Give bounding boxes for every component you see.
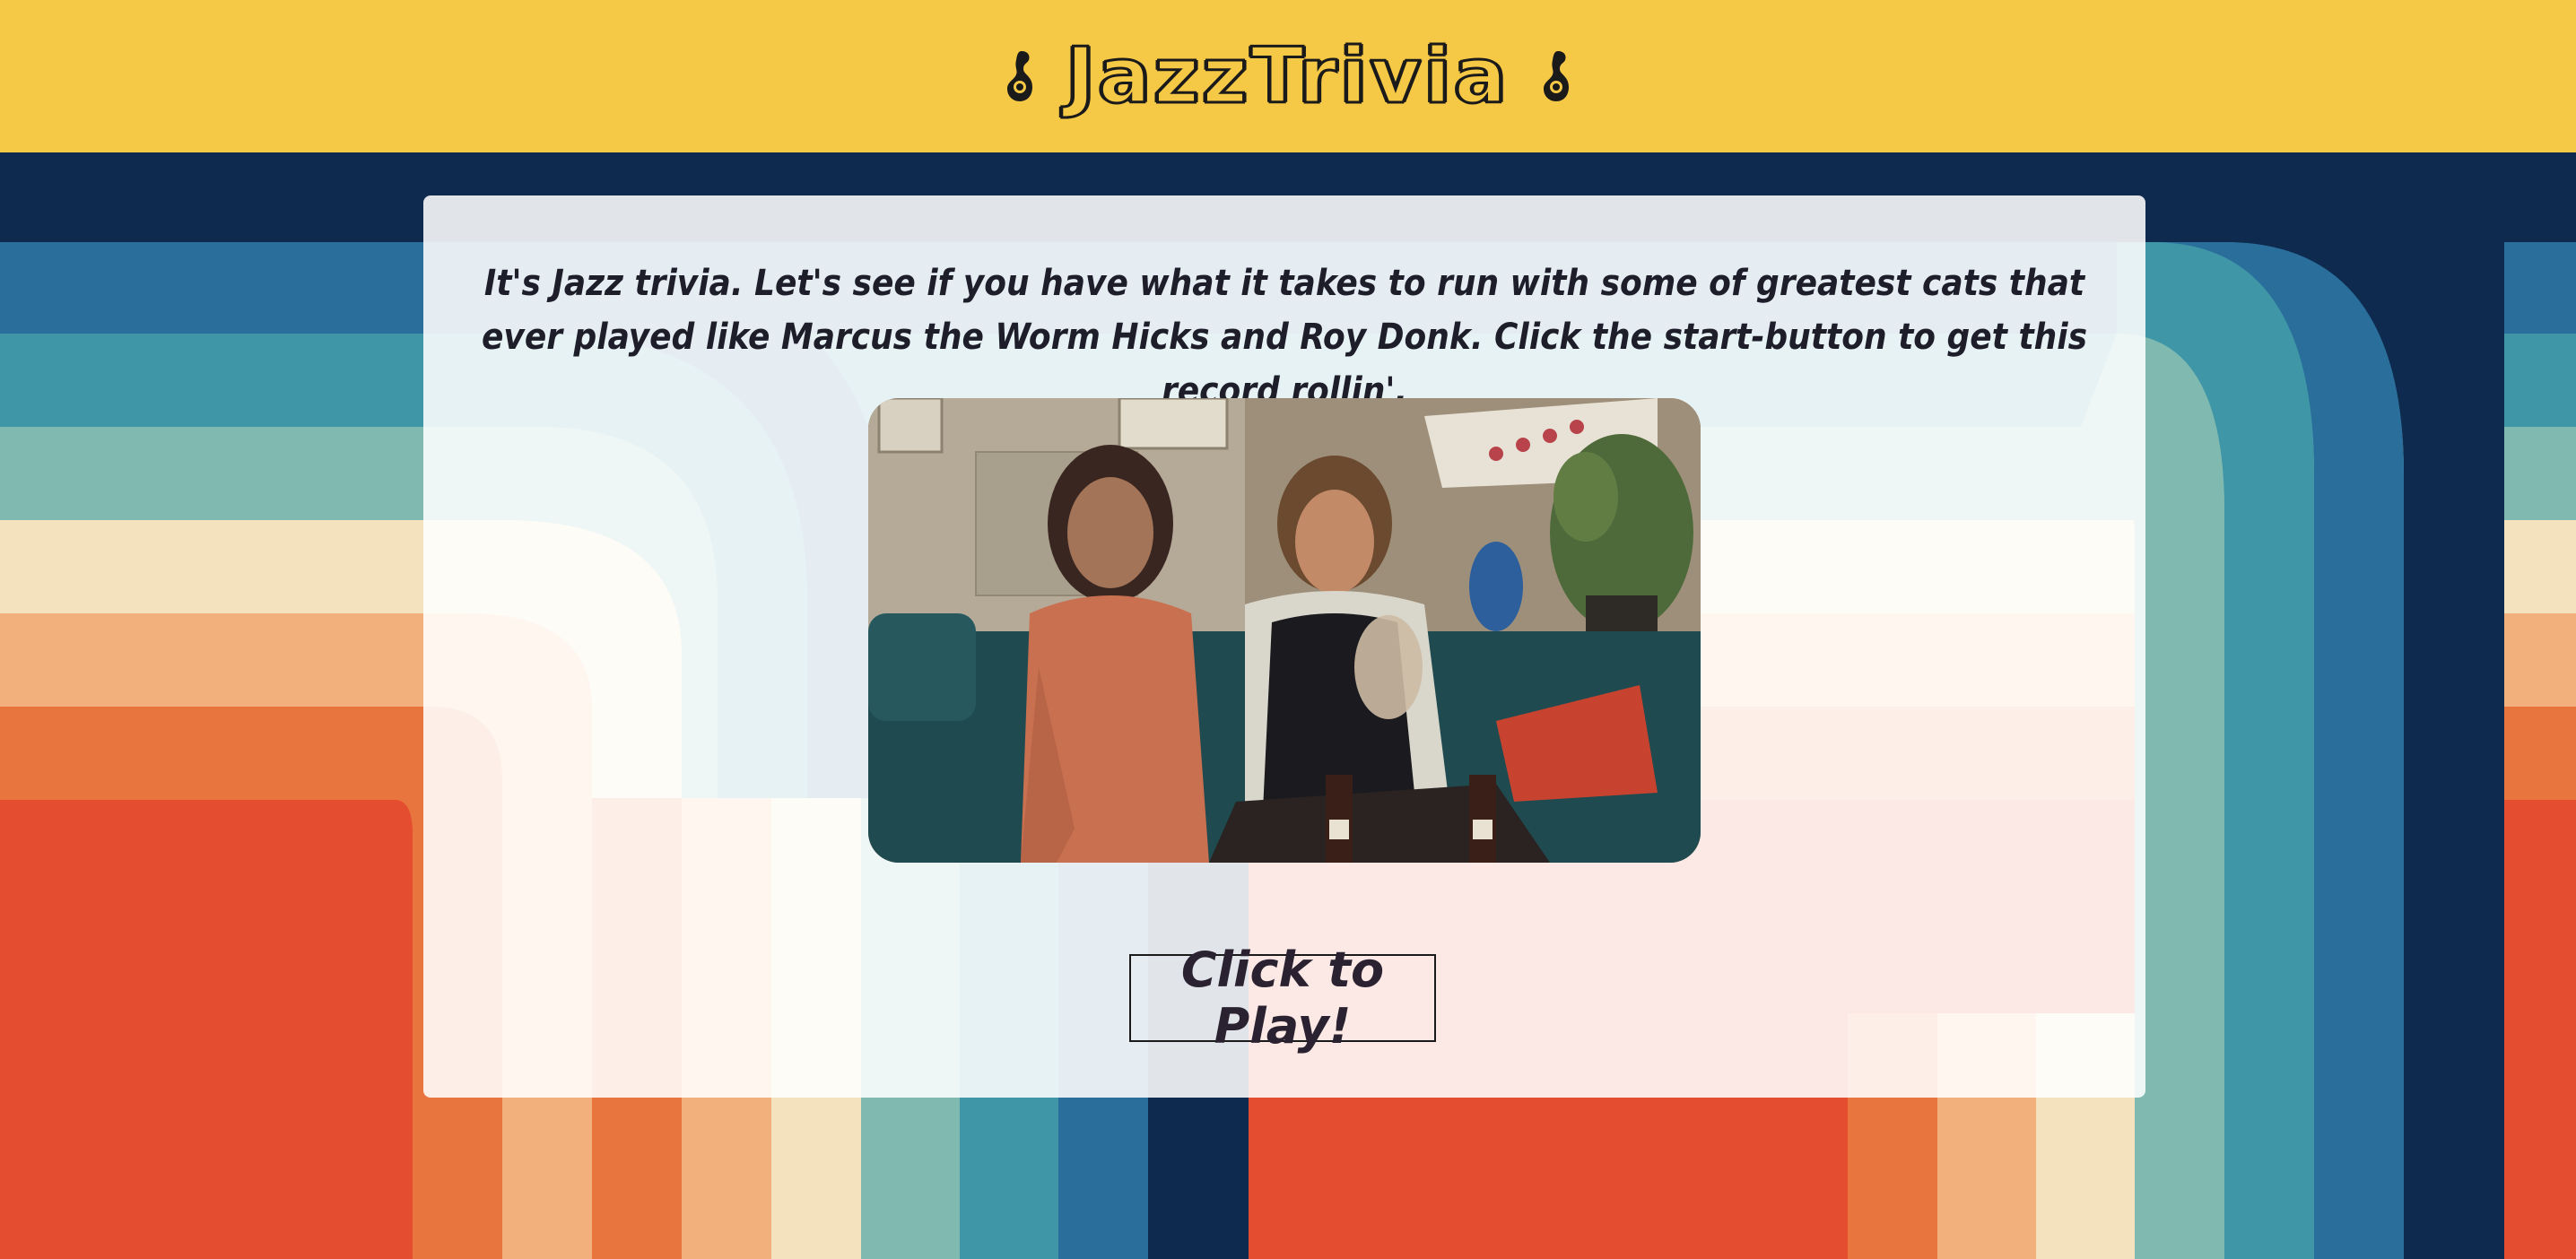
page: JazzTrivia It's Jazz trivia. Let's see i…	[0, 0, 2576, 1259]
site-title: JazzTrivia	[1065, 31, 1510, 121]
intro-card: It's Jazz trivia. Let's see if you have …	[423, 195, 2145, 1098]
scene-photo	[868, 398, 1701, 863]
play-button[interactable]: Click to Play!	[1129, 942, 1436, 1055]
title-group: JazzTrivia	[1004, 31, 1573, 121]
saxophone-icon	[1544, 51, 1570, 101]
intro-text: It's Jazz trivia. Let's see if you have …	[481, 263, 2088, 412]
site-header: JazzTrivia	[0, 0, 2576, 152]
saxophone-icon	[1006, 51, 1032, 101]
